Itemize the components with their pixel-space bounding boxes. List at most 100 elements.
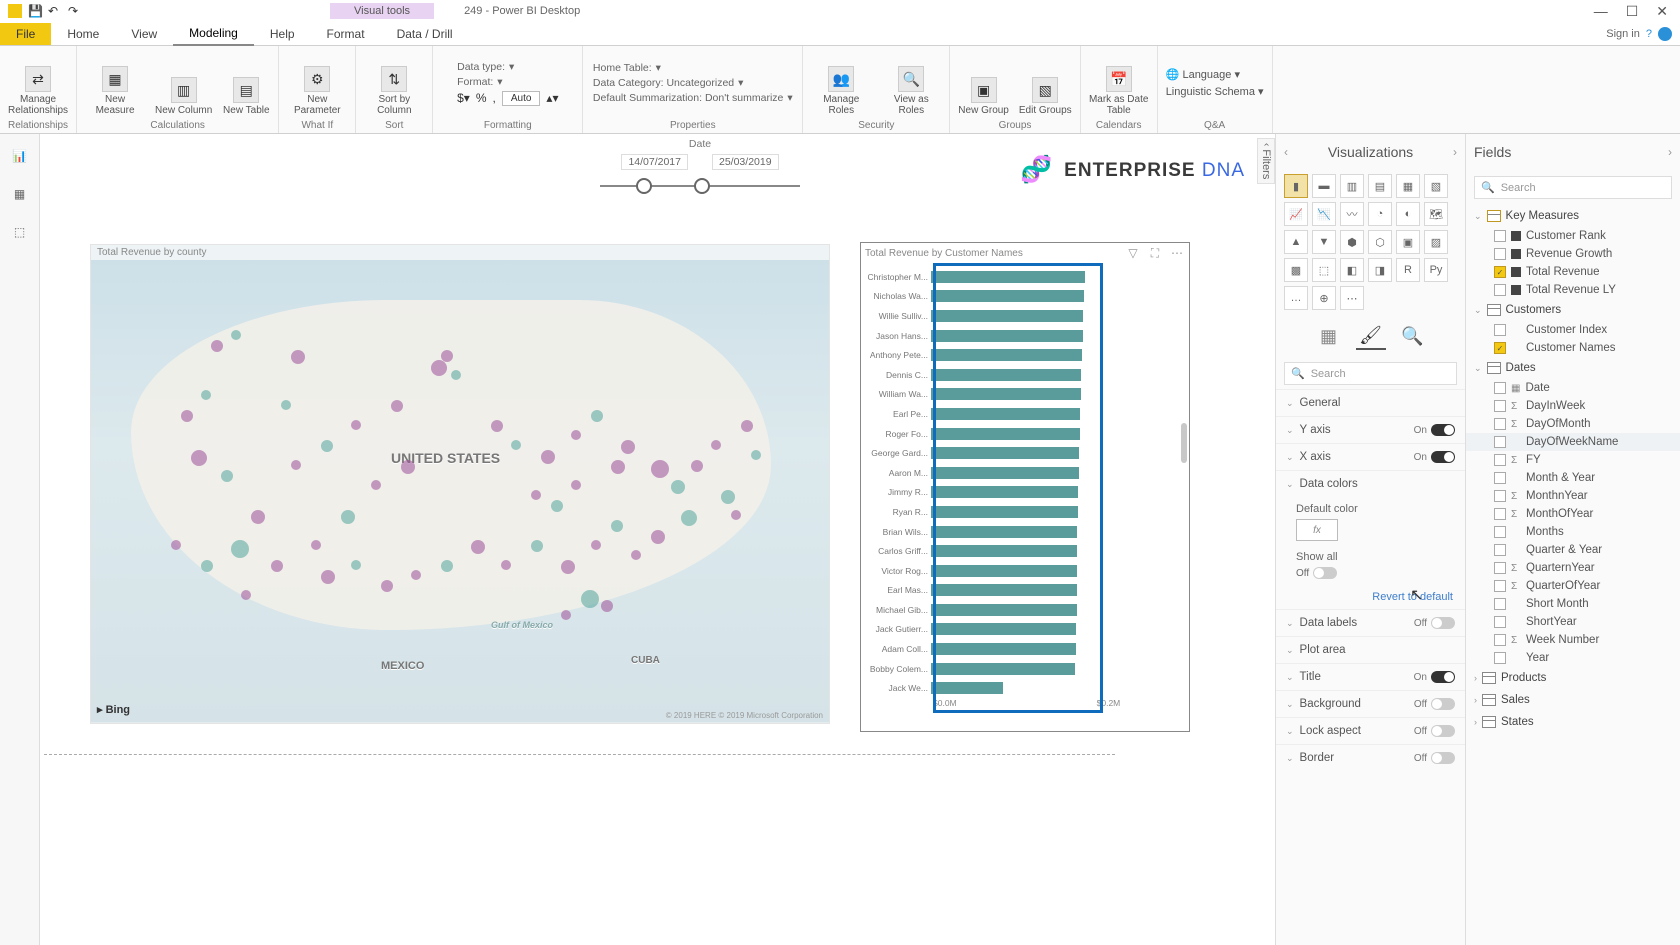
bar-row[interactable]: Carlos Griff... [861, 541, 1181, 561]
map-bubble[interactable] [611, 460, 625, 474]
file-tab[interactable]: File [0, 23, 51, 45]
bar-row[interactable]: Michael Gib... [861, 600, 1181, 620]
format-search[interactable]: 🔍Search [1284, 362, 1457, 385]
bar[interactable] [931, 330, 1083, 342]
field-checkbox[interactable] [1494, 472, 1506, 484]
map-bubble[interactable] [591, 540, 601, 550]
map-bubble[interactable] [281, 400, 291, 410]
map-bubble[interactable] [721, 490, 735, 504]
map-bubble[interactable] [381, 580, 393, 592]
field-dayofmonth[interactable]: ΣDayOfMonth [1466, 415, 1680, 433]
map-bubble[interactable] [561, 610, 571, 620]
close-button[interactable]: ✕ [1656, 3, 1668, 20]
bar[interactable] [931, 408, 1080, 420]
map-bubble[interactable] [441, 560, 453, 572]
bar-row[interactable]: Ryan R... [861, 502, 1181, 522]
field-quarter-&-year[interactable]: Quarter & Year [1466, 541, 1680, 559]
field-table-customers[interactable]: ⌄Customers [1466, 299, 1680, 321]
field-checkbox[interactable] [1494, 634, 1506, 646]
currency-icon[interactable]: $▾ [457, 91, 470, 105]
field-table-states[interactable]: ›States [1466, 711, 1680, 733]
bar-row[interactable]: Jack We... [861, 678, 1181, 698]
viz-type-icon[interactable]: ◨ [1368, 258, 1392, 282]
toggle-switch[interactable]: On [1414, 671, 1455, 683]
map-bubble[interactable] [191, 450, 207, 466]
map-bubble[interactable] [451, 370, 461, 380]
map-bubble[interactable] [581, 590, 599, 608]
field-shortyear[interactable]: ShortYear [1466, 613, 1680, 631]
map-bubble[interactable] [751, 450, 761, 460]
map-bubble[interactable] [741, 420, 753, 432]
viz-type-icon[interactable]: ⬚ [1312, 258, 1336, 282]
field-fy[interactable]: ΣFY [1466, 451, 1680, 469]
bar-row[interactable]: Dennis C... [861, 365, 1181, 385]
viz-type-icon[interactable]: ⬢ [1340, 230, 1364, 254]
bar[interactable] [931, 447, 1079, 459]
map-bubble[interactable] [391, 400, 403, 412]
map-bubble[interactable] [691, 460, 703, 472]
bar-row[interactable]: William Wa... [861, 385, 1181, 405]
bar[interactable] [931, 369, 1081, 381]
viz-type-icon[interactable]: Py [1424, 258, 1448, 282]
bar-row[interactable]: Christopher M... [861, 267, 1181, 287]
field-revenue-growth[interactable]: Revenue Growth [1466, 245, 1680, 263]
map-bubble[interactable] [591, 410, 603, 422]
bar[interactable] [931, 310, 1083, 322]
comma-icon[interactable]: , [493, 91, 496, 105]
model-view-icon[interactable]: ⬚ [10, 222, 30, 242]
viz-type-icon[interactable]: ▥ [1340, 174, 1364, 198]
bar-row[interactable]: Roger Fo... [861, 424, 1181, 444]
format-section-general[interactable]: ⌄General [1276, 389, 1465, 416]
field-checkbox[interactable] [1494, 652, 1506, 664]
map-bubble[interactable] [571, 430, 581, 440]
undo-icon[interactable]: ↶ [48, 4, 62, 18]
field-checkbox[interactable] [1494, 598, 1506, 610]
field-checkbox[interactable] [1494, 526, 1506, 538]
viz-type-icon[interactable]: ▩ [1284, 258, 1308, 282]
map-bubble[interactable] [351, 560, 361, 570]
viz-type-icon[interactable]: … [1284, 286, 1308, 310]
home-table-dropdown[interactable]: Home Table:▾ [593, 62, 793, 74]
toggle-switch[interactable]: Off [1414, 752, 1455, 764]
new-parameter-button[interactable]: ⚙New Parameter [287, 66, 347, 116]
minimize-button[interactable]: — [1594, 3, 1608, 20]
report-canvas[interactable]: ‹ Filters Date 14/07/201725/03/2019 🧬 EN… [40, 134, 1275, 945]
field-checkbox[interactable] [1494, 508, 1506, 520]
bar[interactable] [931, 604, 1077, 616]
viz-type-icon[interactable]: ⋯ [1340, 286, 1364, 310]
map-bubble[interactable] [671, 480, 685, 494]
map-bubble[interactable] [211, 340, 223, 352]
field-months[interactable]: Months [1466, 523, 1680, 541]
date-slicer[interactable]: Date 14/07/201725/03/2019 [580, 138, 820, 196]
map-bubble[interactable] [321, 440, 333, 452]
report-view-icon[interactable]: 📊 [10, 146, 30, 166]
viz-type-icon[interactable]: ◔ [1368, 202, 1392, 226]
bar[interactable] [931, 428, 1080, 440]
bar[interactable] [931, 682, 1003, 694]
map-bubble[interactable] [271, 560, 283, 572]
viz-type-icon[interactable]: ▼ [1312, 230, 1336, 254]
bar-row[interactable]: Nicholas Wa... [861, 287, 1181, 307]
tab-home[interactable]: Home [51, 23, 115, 45]
map-bubble[interactable] [221, 470, 233, 482]
bar[interactable] [931, 643, 1076, 655]
toggle-switch[interactable]: On [1414, 451, 1455, 463]
map-bubble[interactable] [171, 540, 181, 550]
field-checkbox[interactable] [1494, 324, 1506, 336]
field-table-key-measures[interactable]: ⌄Key Measures [1466, 205, 1680, 227]
color-fx-button[interactable]: fx [1296, 519, 1338, 541]
field-checkbox[interactable] [1494, 562, 1506, 574]
map-bubble[interactable] [351, 420, 361, 430]
sort-by-column-button[interactable]: ⇅Sort by Column [364, 66, 424, 116]
map-bubble[interactable] [551, 500, 563, 512]
new-table-button[interactable]: ▤New Table [222, 77, 270, 116]
bar[interactable] [931, 349, 1082, 361]
map-bubble[interactable] [561, 560, 575, 574]
bar[interactable] [931, 486, 1078, 498]
map-bubble[interactable] [711, 440, 721, 450]
map-bubble[interactable] [531, 490, 541, 500]
bar-row[interactable]: Jack Gutierr... [861, 620, 1181, 640]
field-checkbox[interactable] [1494, 230, 1506, 242]
bar-row[interactable]: Aaron M... [861, 463, 1181, 483]
field-checkbox[interactable] [1494, 544, 1506, 556]
